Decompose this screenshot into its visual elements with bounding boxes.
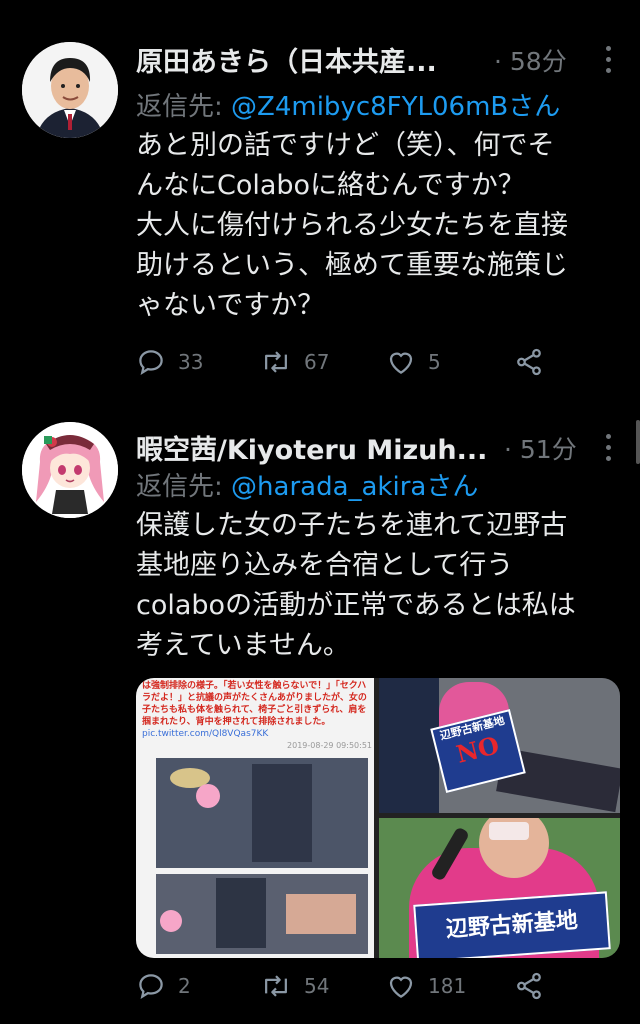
portrait-avatar-icon [22, 42, 118, 138]
scrollbar-thumb[interactable] [636, 420, 640, 464]
author-name[interactable]: 暇空茜/Kiyoteru Mizuh... [136, 428, 487, 467]
text-line: 基地座り込みを合宿として行う [136, 550, 514, 581]
media-grid[interactable]: は強制排除の様子。「若い女性を触らないで！」「セクハラだよ！」と抗議の声がたくさ… [136, 678, 620, 958]
heart-icon [389, 352, 413, 374]
reply-count: 33 [178, 350, 204, 374]
banner-text: 辺野古新基地 [445, 907, 579, 943]
tweet-text: 保護した女の子たちを連れて辺野古 基地座り込みを合宿として行う colaboの活… [136, 506, 626, 666]
reply-to: 返信先: @harada_akiraさん [136, 466, 478, 503]
heart-icon [389, 976, 413, 998]
share-icon [517, 972, 541, 1000]
text-line: 大人に傷付けられる少女たちを直接 [136, 210, 568, 241]
share-button[interactable] [514, 342, 544, 382]
share-button[interactable] [514, 966, 544, 1006]
reply-icon [139, 350, 163, 375]
reply-prefix: 返信先: [136, 472, 232, 502]
reply-count: 2 [178, 974, 191, 998]
text-line: colaboの活動が正常であるとは私は [136, 590, 576, 621]
reply-icon [139, 974, 163, 999]
retweet-count: 54 [304, 974, 330, 998]
caption-text: は強制排除の様子。「若い女性を触らないで！」「セクハラだよ！」と抗議の声がたくさ… [142, 681, 367, 727]
avatar[interactable] [22, 42, 118, 138]
reply-prefix: 返信先: [136, 92, 232, 122]
media-image-microphone[interactable]: 辺野古新基地 [379, 818, 620, 958]
reply-handle-link[interactable]: @harada_akiraさん [231, 472, 478, 502]
more-options-icon[interactable] [606, 46, 614, 74]
text-line: んなにColaboに絡むんですか？ [136, 170, 525, 201]
like-count: 5 [428, 350, 441, 374]
author-name[interactable]: 原田あきら（日本共産... [136, 40, 437, 79]
reply-to: 返信先: @Z4mibyc8FYL06mBさん [136, 86, 560, 123]
timestamp[interactable]: · 58分 [494, 42, 567, 78]
tweet[interactable]: 暇空茜/Kiyoteru Mizuh... · 51分 返信先: @harada… [0, 410, 640, 1024]
media-image-screenshot[interactable]: は強制排除の様子。「若い女性を触らないで！」「セクハラだよ！」と抗議の声がたくさ… [136, 678, 374, 958]
action-bar: 2 54 181 [136, 966, 606, 1006]
retweet-icon [265, 351, 287, 373]
caption-date: 2019-08-29 09:50:51 [287, 741, 372, 750]
reply-button[interactable]: 33 [136, 342, 203, 382]
retweet-icon [265, 975, 287, 997]
photo-police-removal [156, 874, 368, 954]
share-icon [517, 348, 541, 376]
media-image-sign-no[interactable]: 辺野古新基地 NO [379, 678, 620, 813]
photo-protest-crowd [156, 758, 368, 868]
retweet-button[interactable]: 67 [260, 342, 329, 382]
text-line: あと別の話ですけど（笑）、何でそ [136, 130, 555, 161]
more-options-icon[interactable] [606, 434, 614, 462]
timestamp[interactable]: · 51分 [504, 430, 577, 466]
reply-button[interactable]: 2 [136, 966, 191, 1006]
anime-girl-avatar-icon [22, 422, 118, 518]
like-count: 181 [428, 974, 467, 998]
text-line: 助けるという、極めて重要な施策じ [136, 250, 568, 281]
retweet-button[interactable]: 54 [260, 966, 329, 1006]
text-line: 保護した女の子たちを連れて辺野古 [136, 510, 568, 541]
action-bar: 33 67 5 [136, 342, 606, 382]
text-line: ゃないですか？ [136, 290, 325, 321]
avatar[interactable] [22, 422, 118, 518]
caption-link: pic.twitter.com/Ql8VQas7KK [142, 729, 269, 739]
image-caption: は強制排除の様子。「若い女性を触らないで！」「セクハラだよ！」と抗議の声がたくさ… [142, 680, 372, 752]
tweet[interactable]: 原田あきら（日本共産... · 58分 返信先: @Z4mibyc8FYL06m… [0, 22, 640, 402]
like-button[interactable]: 181 [386, 966, 466, 1006]
text-line: 考えていません。 [136, 630, 350, 661]
like-button[interactable]: 5 [386, 342, 441, 382]
retweet-count: 67 [304, 350, 330, 374]
tweet-text: あと別の話ですけど（笑）、何でそ んなにColaboに絡むんですか？ 大人に傷付… [136, 126, 626, 326]
reply-handle-link[interactable]: @Z4mibyc8FYL06mBさん [231, 92, 560, 122]
